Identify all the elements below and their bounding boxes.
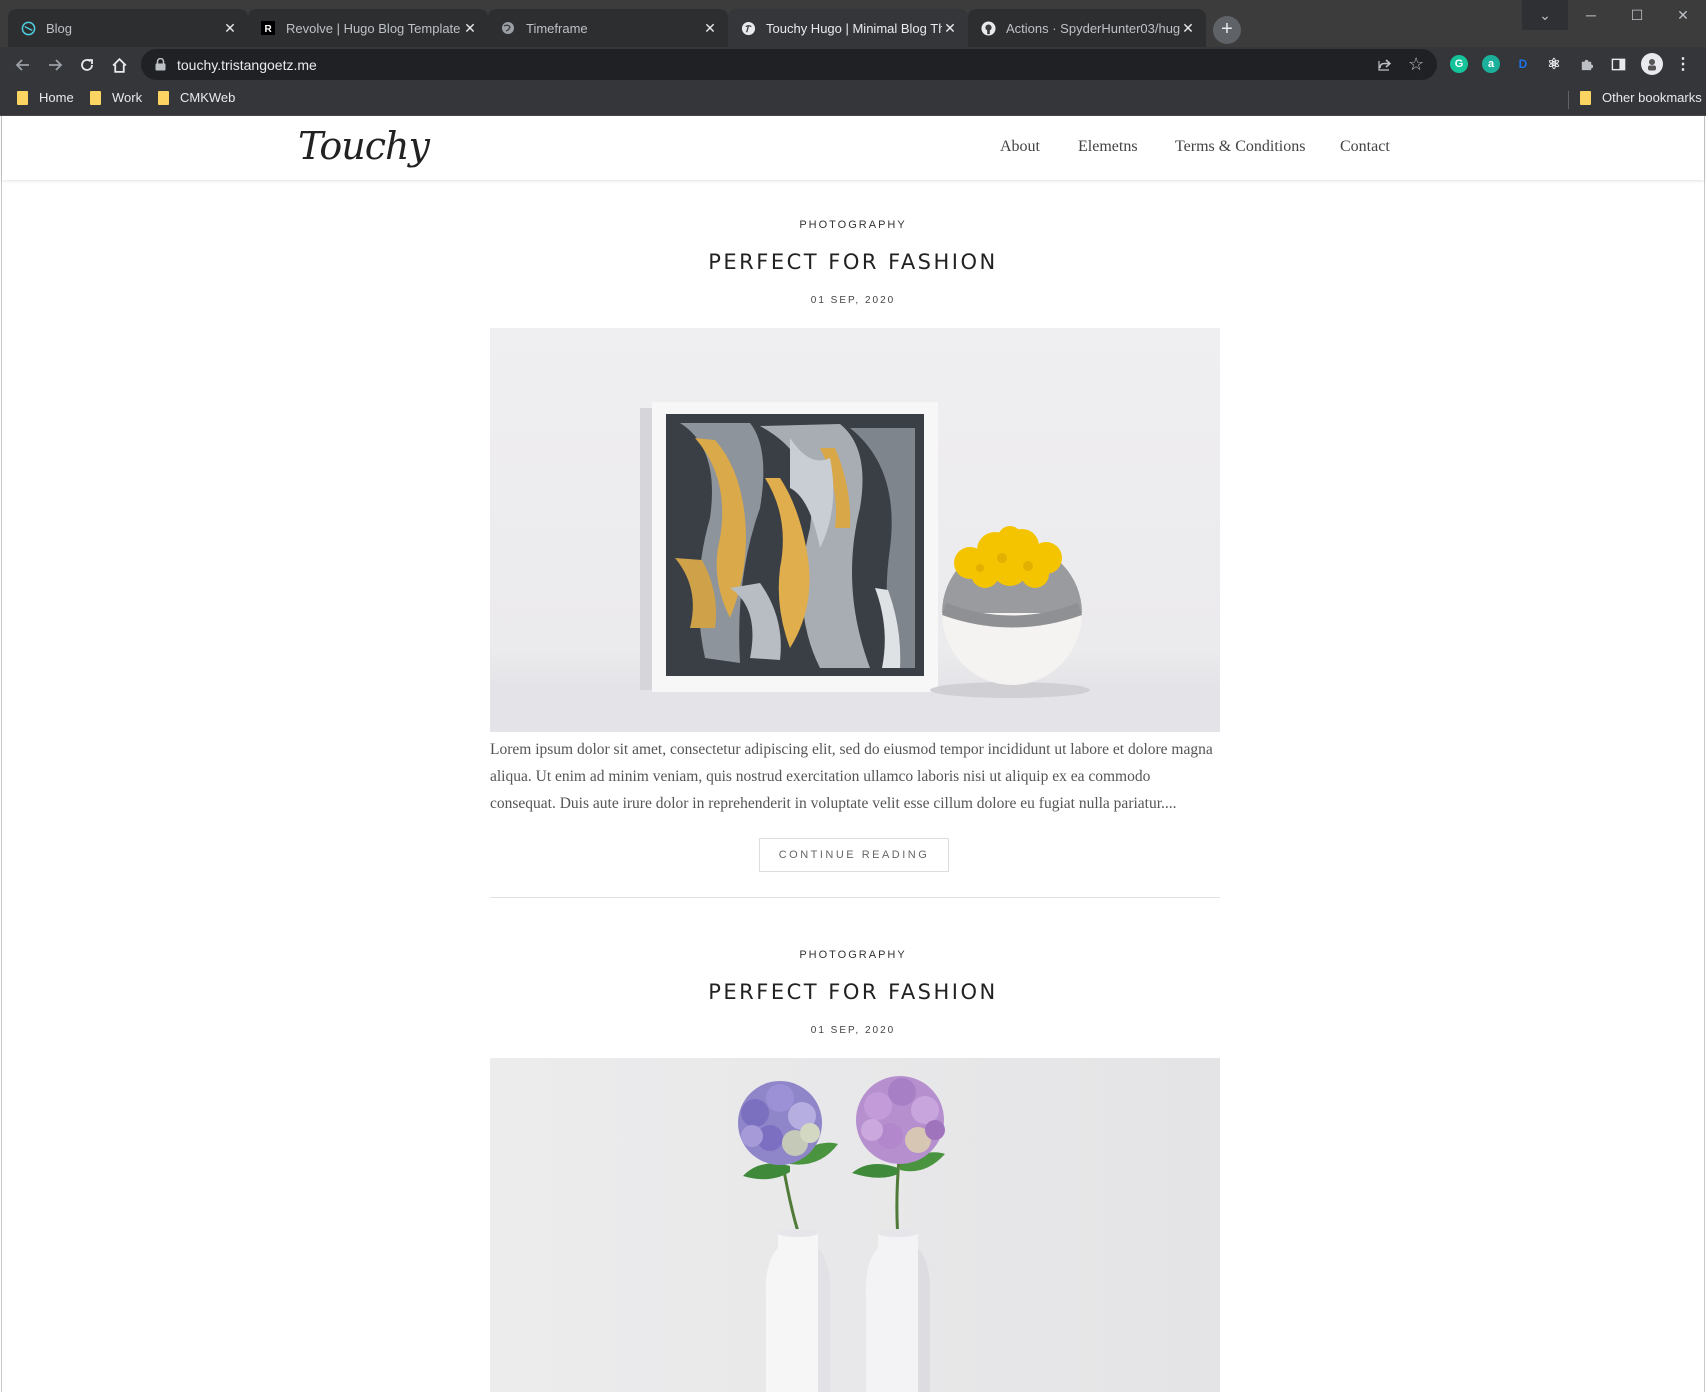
nav-elements[interactable]: Elemetns [1078, 138, 1138, 156]
nav-about[interactable]: About [1000, 138, 1040, 156]
close-tab-icon[interactable]: ✕ [222, 20, 238, 36]
minimize-icon[interactable]: ─ [1568, 0, 1614, 30]
post-category[interactable]: PHOTOGRAPHY [2, 219, 1704, 231]
tab-github-actions[interactable]: Actions · SpyderHunter03/hugo- ✕ [968, 9, 1206, 47]
bookmark-label: Other bookmarks [1602, 90, 1702, 105]
tab-search-icon[interactable]: ⌄ [1522, 0, 1568, 30]
tab-label: Touchy Hugo | Minimal Blog The [766, 20, 942, 36]
bookmark-star-icon[interactable]: ☆ [1408, 54, 1424, 75]
bookmarks-bar: Home Work CMKWeb Other bookmarks [0, 83, 1706, 116]
bookmark-cmkweb[interactable]: CMKWeb [158, 90, 235, 105]
svg-text:R: R [265, 24, 273, 35]
url-text: touchy.tristangoetz.me [177, 56, 317, 73]
extension-d-icon[interactable]: D [1514, 55, 1532, 73]
touchy-favicon-icon [740, 20, 756, 36]
tab-label: Timeframe [526, 20, 588, 36]
post-date: 01 SEP, 2020 [810, 1025, 896, 1036]
web-page: Touchy About Elemetns Terms & Conditions… [1, 116, 1705, 1392]
blog-favicon-icon [20, 20, 36, 36]
tab-timeframe[interactable]: Timeframe ✕ [488, 9, 728, 47]
bookmark-label: Work [112, 90, 143, 105]
tab-strip: Blog ✕ R Revolve | Hugo Blog Template ✕ … [0, 0, 1706, 47]
extensions-puzzle-icon[interactable] [1577, 55, 1595, 73]
close-tab-icon[interactable]: ✕ [1180, 20, 1196, 36]
tab-touchy[interactable]: Touchy Hugo | Minimal Blog The ✕ [728, 9, 968, 47]
bookmark-home[interactable]: Home [17, 90, 74, 105]
post-image-painting-vase[interactable] [490, 328, 1220, 732]
globe-icon [500, 20, 516, 36]
site-logo[interactable]: Touchy [298, 124, 430, 168]
menu-kebab-icon[interactable]: ⋮ [1674, 55, 1692, 73]
other-bookmarks[interactable]: Other bookmarks [1580, 90, 1702, 105]
post-excerpt: Lorem ipsum dolor sit amet, consectetur … [490, 736, 1224, 817]
post-category[interactable]: PHOTOGRAPHY [2, 949, 1704, 961]
tab-label: Actions · SpyderHunter03/hugo- [1006, 20, 1180, 36]
folder-icon [158, 90, 169, 105]
post-image-hydrangea-vases[interactable] [490, 1058, 1220, 1392]
folder-icon [1580, 90, 1591, 105]
reload-icon[interactable] [73, 51, 101, 79]
tab-label: Revolve | Hugo Blog Template [286, 20, 461, 36]
tab-revolve[interactable]: R Revolve | Hugo Blog Template ✕ [248, 9, 489, 47]
github-icon [980, 20, 996, 36]
bookmark-work[interactable]: Work [90, 90, 142, 105]
post-date: 01 SEP, 2020 [810, 295, 896, 306]
bookmark-separator [1568, 91, 1569, 109]
post-title[interactable]: PERFECT FOR FASHION [2, 980, 1704, 1004]
address-bar[interactable]: touchy.tristangoetz.me ☆ [141, 49, 1437, 80]
excerpt-line: aliqua. Ut enim ad minim veniam, quis no… [490, 768, 1151, 785]
excerpt-line: consequat. Duis aute irure dolor in repr… [490, 795, 1177, 812]
nav-terms[interactable]: Terms & Conditions [1175, 138, 1305, 156]
back-icon[interactable] [9, 51, 37, 79]
profile-avatar[interactable] [1641, 53, 1663, 75]
forward-icon[interactable] [41, 51, 69, 79]
lock-icon[interactable] [155, 58, 167, 72]
nav-contact[interactable]: Contact [1340, 138, 1390, 156]
new-tab-button[interactable]: + [1213, 16, 1241, 44]
grammarly-icon[interactable]: G [1450, 55, 1468, 73]
site-header: Touchy About Elemetns Terms & Conditions… [2, 116, 1704, 180]
home-icon[interactable] [105, 51, 133, 79]
close-tab-icon[interactable]: ✕ [462, 20, 478, 36]
tab-label: Blog [46, 20, 73, 36]
close-tab-icon[interactable]: ✕ [702, 20, 718, 36]
close-tab-icon[interactable]: ✕ [942, 20, 958, 36]
post-title[interactable]: PERFECT FOR FASHION [2, 250, 1704, 274]
close-window-icon[interactable]: ✕ [1660, 0, 1706, 30]
bookmark-label: Home [39, 90, 74, 105]
browser-chrome: Blog ✕ R Revolve | Hugo Blog Template ✕ … [0, 0, 1706, 116]
extension-a-icon[interactable]: a [1482, 55, 1500, 73]
post-divider [490, 897, 1220, 898]
side-panel-icon[interactable] [1609, 55, 1627, 73]
revolve-favicon-icon: R [260, 20, 276, 36]
browser-toolbar: touchy.tristangoetz.me ☆ G a D ⚛ ⋮ [0, 47, 1706, 83]
continue-reading-button[interactable]: CONTINUE READING [759, 838, 949, 872]
bookmark-label: CMKWeb [180, 90, 236, 105]
folder-icon [17, 90, 28, 105]
tab-blog[interactable]: Blog ✕ [8, 9, 249, 47]
excerpt-line: Lorem ipsum dolor sit amet, consectetur … [490, 741, 1213, 758]
share-icon[interactable] [1377, 56, 1393, 77]
folder-icon [90, 90, 101, 105]
maximize-icon[interactable]: ☐ [1614, 0, 1660, 30]
react-devtools-icon[interactable]: ⚛ [1545, 55, 1563, 73]
